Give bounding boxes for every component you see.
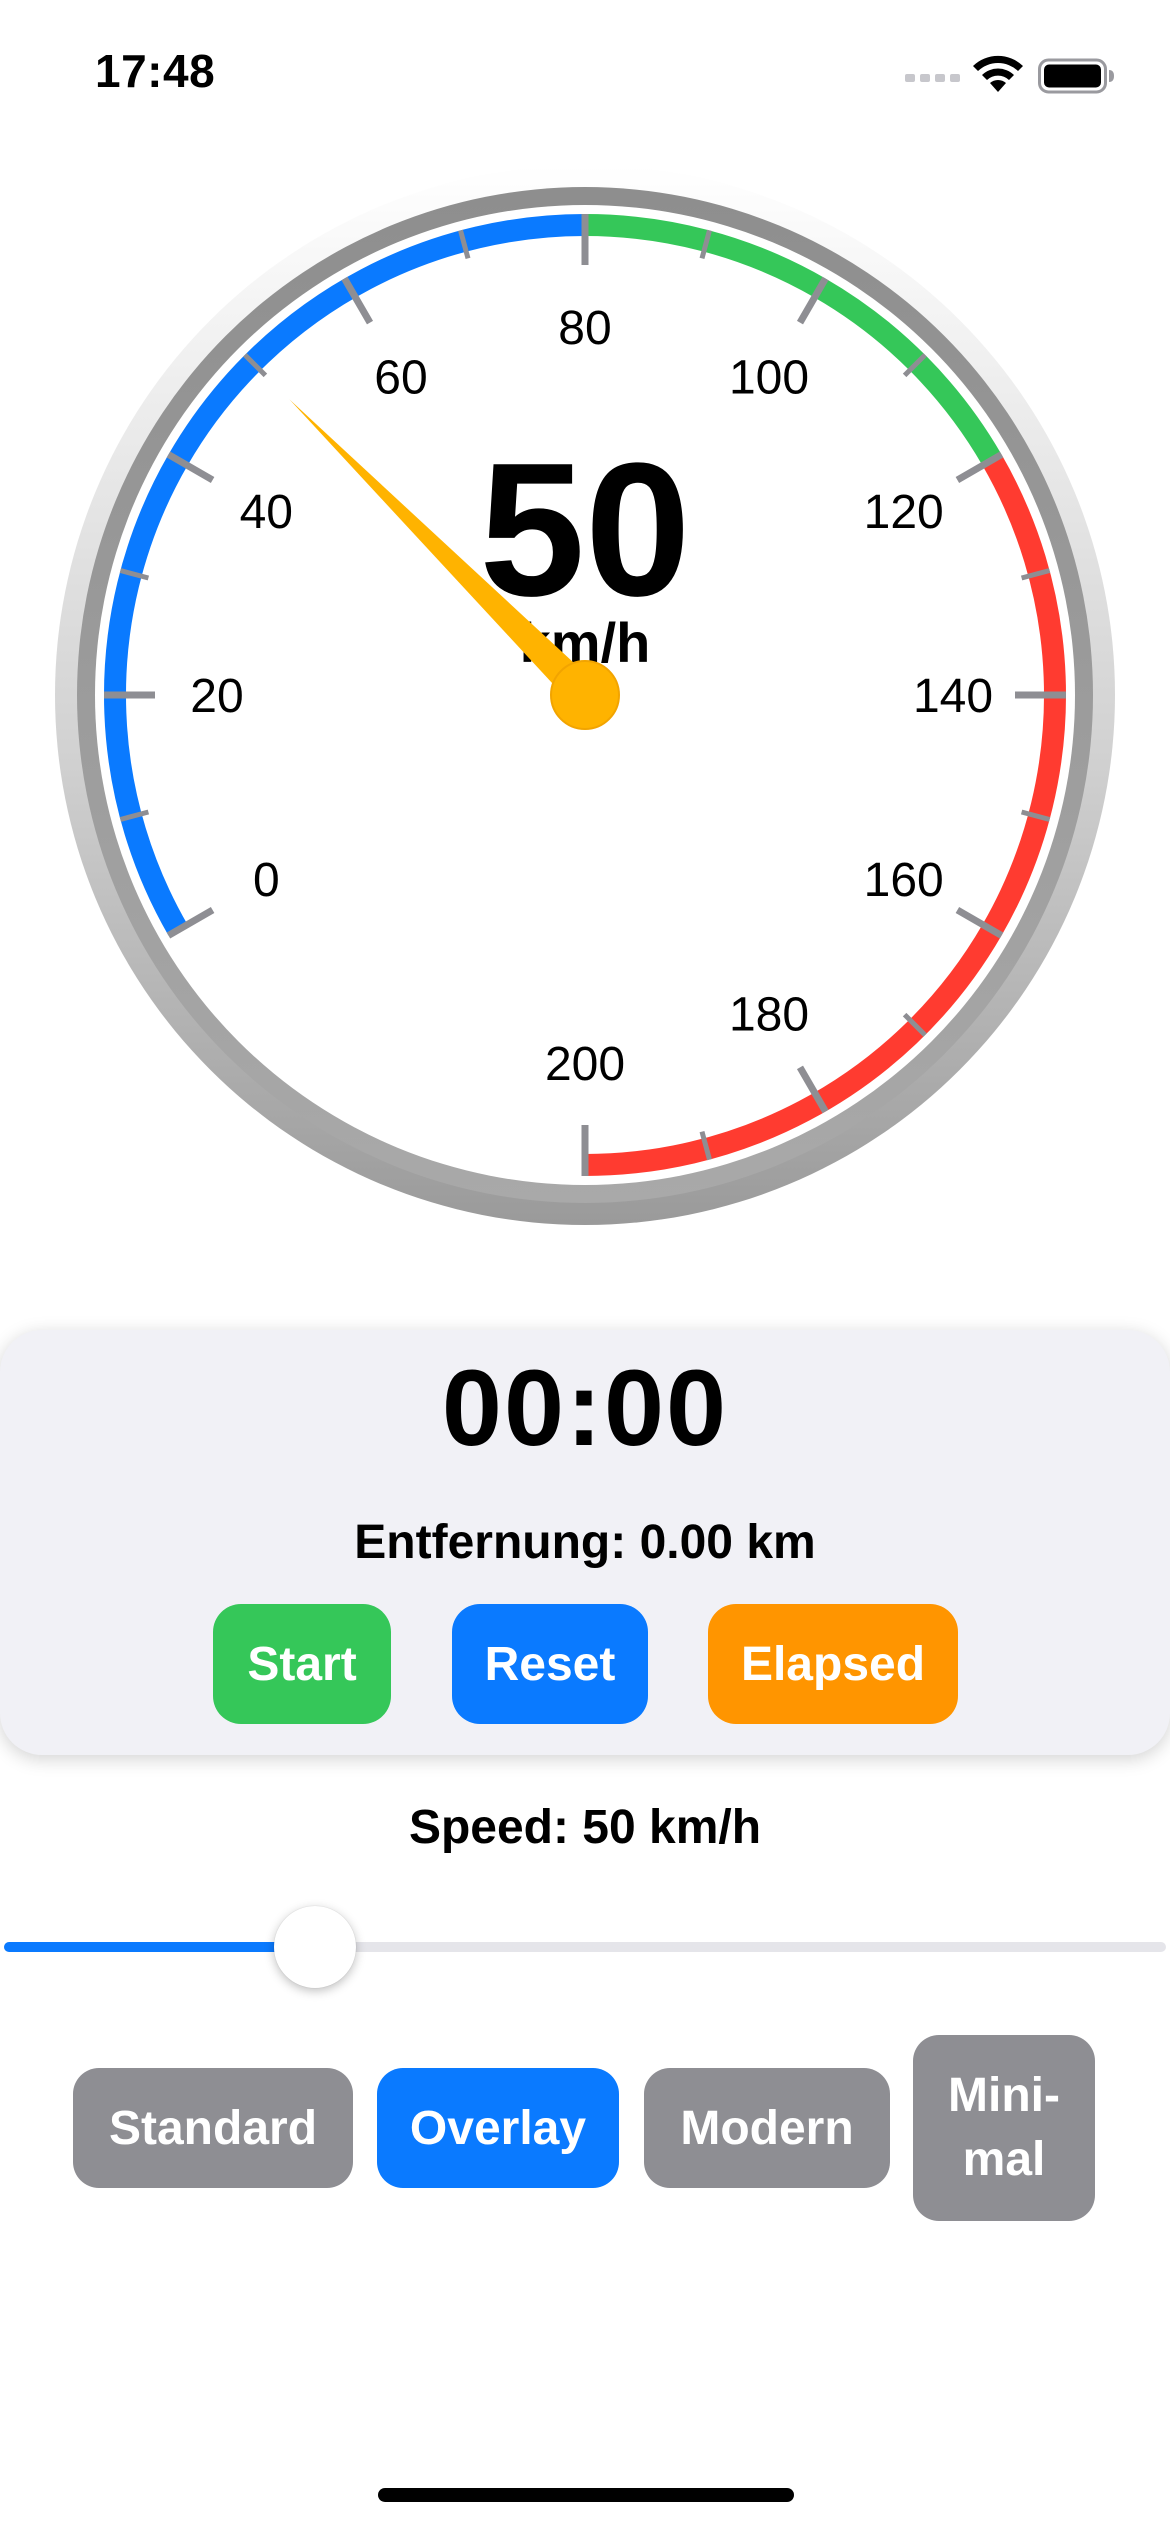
home-indicator [378, 2488, 794, 2502]
speed-slider-fill [4, 1942, 315, 1952]
gauge-label: 120 [864, 486, 944, 539]
wifi-icon [973, 55, 1023, 92]
start-button[interactable]: Start [213, 1604, 391, 1724]
mode-modern-button[interactable]: Modern [644, 2068, 890, 2188]
stopwatch-time: 00:00 [441, 1347, 729, 1468]
speedometer-dial: 020406080100120140160180200 50 km/h [55, 165, 1115, 1225]
speed-label: Speed: 50 km/h [408, 1801, 762, 1854]
reset-button[interactable]: Reset [452, 1604, 648, 1724]
status-bar: 17:48 [0, 0, 1170, 150]
gauge-needle-hub [550, 660, 620, 730]
gauge-label: 160 [864, 854, 944, 907]
gauge-label: 180 [729, 989, 809, 1042]
mode-overlay-button[interactable]: Overlay [377, 2068, 619, 2188]
speedometer: 0 20 40 60 80 100 120 140 160 180 200 50 km/h [55, 165, 1115, 1225]
cellular-signal-icon [905, 74, 960, 82]
mode-minimal-label-line2: mal [962, 2133, 1046, 2186]
gauge-label: 40 [240, 486, 293, 539]
speed-slider[interactable] [4, 1942, 1166, 1952]
gauge-label: 60 [374, 351, 427, 404]
gauge-label: 80 [558, 302, 611, 355]
gauge-label: 0 [253, 854, 280, 907]
elapsed-button[interactable]: Elapsed [708, 1604, 958, 1724]
status-time: 17:48 [95, 45, 216, 97]
gauge-label: 200 [545, 1038, 625, 1091]
mode-minimal-button[interactable]: Mini- mal [913, 2035, 1095, 2221]
mode-minimal-label-line1: Mini- [948, 2069, 1060, 2122]
gauge-label: 100 [729, 351, 809, 404]
mode-standard-button[interactable]: Standard [73, 2068, 353, 2188]
speed-slider-thumb[interactable] [274, 1906, 356, 1988]
gauge-label: 140 [913, 670, 993, 723]
battery-icon [1038, 58, 1114, 94]
speed-value: 50 [479, 424, 690, 636]
distance-label: Entfernung: 0.00 km [354, 1516, 816, 1569]
gauge-label: 20 [190, 670, 243, 723]
